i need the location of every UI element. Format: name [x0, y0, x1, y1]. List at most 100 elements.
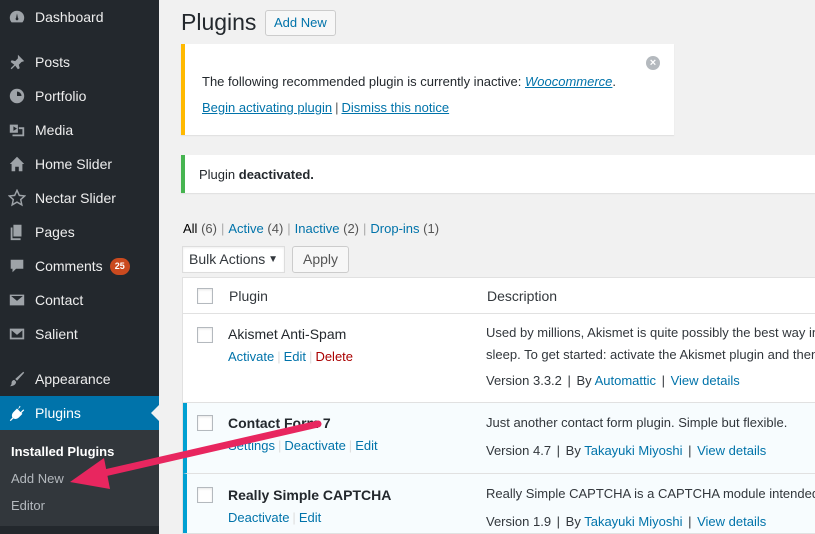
- view-details-link[interactable]: View details: [671, 373, 740, 388]
- filter-active-count: (4): [267, 221, 284, 236]
- description-line: Really Simple CAPTCHA is a CAPTCHA modul…: [486, 486, 815, 501]
- plugin-name: Really Simple CAPTCHA: [228, 487, 392, 503]
- sidebar-item-salient[interactable]: Salient: [0, 317, 159, 351]
- row-checkbox[interactable]: [197, 487, 213, 503]
- sidebar-item-appearance[interactable]: Appearance: [0, 362, 159, 396]
- sidebar-item-media[interactable]: Media: [0, 113, 159, 147]
- envelope-icon: [7, 290, 27, 310]
- media-icon: [7, 120, 27, 140]
- admin-sidebar: Dashboard Posts Portfolio Media Home Sli…: [0, 0, 159, 534]
- action-separator: |: [277, 438, 282, 453]
- action-separator: |: [309, 349, 313, 364]
- filter-all[interactable]: All: [183, 221, 197, 236]
- delete-link[interactable]: Delete: [315, 349, 353, 364]
- table-row: Contact Form 7 Settings | Deactivate | Edit …: [183, 403, 815, 474]
- caret-down-icon: ▼: [268, 254, 278, 265]
- edit-link[interactable]: Edit: [284, 349, 306, 364]
- description-line: sleep. To get started: activate the Akis…: [486, 347, 815, 362]
- sidebar-item-comments[interactable]: Comments 25: [0, 249, 159, 283]
- submenu-add-new[interactable]: Add New: [11, 471, 64, 486]
- deactivated-message: Plugin deactivated.: [199, 167, 314, 182]
- comments-count-badge: 25: [109, 257, 130, 275]
- plugin-name: Akismet Anti-Spam: [228, 326, 347, 342]
- submenu-editor[interactable]: Editor: [11, 498, 45, 513]
- description-line: Used by millions, Akismet is quite possi…: [486, 325, 815, 340]
- sidebar-item-posts[interactable]: Posts: [0, 45, 159, 79]
- view-details-link[interactable]: View details: [697, 443, 766, 458]
- woocommerce-link[interactable]: Woocommerce: [525, 74, 612, 89]
- filter-inactive[interactable]: Inactive: [295, 221, 340, 236]
- submenu-installed-plugins[interactable]: Installed Plugins: [11, 444, 114, 459]
- plugins-table: Plugin Description Akismet Anti-Spam Act…: [182, 277, 815, 534]
- plugin-deactivated-notice: Plugin deactivated.: [181, 155, 815, 193]
- sidebar-item-label: Posts: [35, 54, 71, 70]
- filter-dropins[interactable]: Drop-ins: [370, 221, 419, 236]
- row-actions: Activate | Edit | Delete: [228, 349, 353, 364]
- bulk-actions-value: Bulk Actions: [189, 251, 266, 267]
- by-label: By: [576, 373, 592, 388]
- settings-link[interactable]: Settings: [228, 438, 275, 453]
- bulk-actions-select[interactable]: Bulk Actions ▼: [182, 246, 285, 273]
- select-all-checkbox[interactable]: [197, 288, 213, 304]
- notice-separator: |: [335, 100, 339, 115]
- sidebar-item-home-slider[interactable]: Home Slider: [0, 147, 159, 181]
- table-header: Plugin Description: [183, 278, 815, 314]
- column-header-plugin: Plugin: [229, 288, 268, 304]
- author-link[interactable]: Takayuki Miyoshi: [584, 514, 682, 529]
- star-icon: [7, 188, 27, 208]
- filter-separator: |: [220, 221, 225, 236]
- sidebar-item-label: Dashboard: [35, 9, 104, 25]
- plugin-description: Just another contact form plugin. Simple…: [486, 412, 787, 434]
- row-actions: Deactivate | Edit: [228, 510, 321, 525]
- add-new-button[interactable]: Add New: [265, 10, 336, 36]
- brush-icon: [7, 369, 27, 389]
- dismiss-notice-link[interactable]: Dismiss this notice: [341, 100, 449, 115]
- plugins-submenu: Installed Plugins Add New Editor: [0, 430, 159, 526]
- deactivate-link[interactable]: Deactivate: [284, 438, 345, 453]
- recommended-plugin-notice: The following recommended plugin is curr…: [181, 44, 674, 135]
- sidebar-item-label: Contact: [35, 292, 84, 308]
- plugin-name: Contact Form 7: [228, 415, 331, 431]
- plugin-version: Version 4.7: [486, 443, 552, 458]
- author-link[interactable]: Automattic: [595, 373, 656, 388]
- action-separator: |: [348, 438, 353, 453]
- by-label: By: [565, 514, 581, 529]
- edit-link[interactable]: Edit: [355, 438, 377, 453]
- sidebar-item-dashboard[interactable]: Dashboard: [0, 0, 159, 34]
- filter-active[interactable]: Active: [228, 221, 263, 236]
- notice-text: The following recommended plugin is curr…: [202, 74, 525, 89]
- dashboard-icon: [7, 7, 27, 27]
- sidebar-item-pages[interactable]: Pages: [0, 215, 159, 249]
- page-title: Plugins: [181, 9, 257, 35]
- row-checkbox[interactable]: [197, 327, 213, 343]
- plugin-description: Used by millions, Akismet is quite possi…: [486, 322, 815, 366]
- sidebar-item-label: Comments: [35, 258, 103, 274]
- comment-icon: [7, 256, 27, 276]
- row-checkbox[interactable]: [197, 415, 213, 431]
- activate-link[interactable]: Activate: [228, 349, 274, 364]
- sidebar-item-label: Appearance: [35, 371, 111, 387]
- close-icon[interactable]: ×: [646, 56, 660, 70]
- action-separator: |: [292, 510, 296, 525]
- table-row: Really Simple CAPTCHA Deactivate | Edit Re…: [183, 474, 815, 533]
- view-details-link[interactable]: View details: [697, 514, 766, 529]
- notice-period: .: [612, 74, 617, 89]
- apply-button[interactable]: Apply: [292, 246, 350, 273]
- deactivated-bold: deactivated.: [238, 167, 314, 182]
- edit-link[interactable]: Edit: [299, 510, 321, 525]
- column-header-description: Description: [487, 288, 558, 304]
- notice-message: The following recommended plugin is curr…: [202, 74, 616, 89]
- plugin-version: Version 1.9: [486, 514, 552, 529]
- sidebar-item-plugins[interactable]: Plugins: [0, 396, 159, 430]
- deactivate-link[interactable]: Deactivate: [228, 510, 289, 525]
- sidebar-item-nectar-slider[interactable]: Nectar Slider: [0, 181, 159, 215]
- plugin-icon: [7, 403, 27, 423]
- sidebar-item-portfolio[interactable]: Portfolio: [0, 79, 159, 113]
- sidebar-item-label: Media: [35, 122, 74, 138]
- sidebar-item-contact[interactable]: Contact: [0, 283, 159, 317]
- begin-activating-link[interactable]: Begin activating plugin: [202, 100, 332, 115]
- author-link[interactable]: Takayuki Miyoshi: [584, 443, 682, 458]
- sidebar-item-label: Nectar Slider: [35, 190, 116, 206]
- plugin-meta: Version 3.3.2 | By Automattic | View det…: [486, 373, 740, 388]
- filter-dropins-count: (1): [423, 221, 440, 236]
